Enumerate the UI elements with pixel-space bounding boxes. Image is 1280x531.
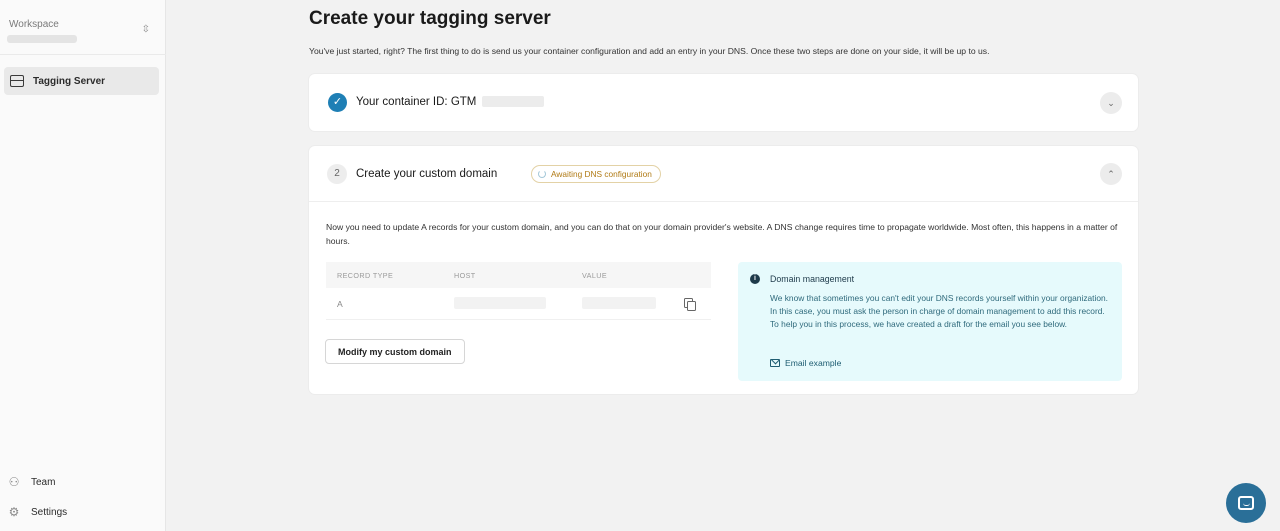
status-badge: Awaiting DNS configuration bbox=[531, 165, 661, 183]
sidebar-item-label: Settings bbox=[31, 506, 68, 518]
email-example-label: Email example bbox=[785, 358, 842, 368]
sidebar-item-team[interactable]: ⚇ Team bbox=[7, 475, 56, 489]
column-header: VALUE bbox=[582, 270, 608, 280]
sidebar-item-tagging-server[interactable]: Tagging Server bbox=[4, 67, 159, 95]
status-badge-label: Awaiting DNS configuration bbox=[551, 169, 652, 179]
chat-icon bbox=[1238, 496, 1254, 510]
server-icon bbox=[10, 75, 24, 87]
sidebar-item-label: Tagging Server bbox=[33, 75, 106, 87]
workspace-value-redacted bbox=[7, 35, 77, 43]
chevron-up-down-icon: ⇳ bbox=[141, 24, 150, 35]
sidebar-divider bbox=[0, 54, 166, 55]
email-example-link[interactable]: Email example bbox=[770, 358, 841, 368]
dns-record-table: RECORD TYPE HOST VALUE A bbox=[326, 262, 711, 320]
sidebar-item-label: Team bbox=[31, 476, 56, 488]
workspace-label: Workspace bbox=[9, 19, 59, 30]
loading-spinner-icon bbox=[538, 170, 546, 178]
column-header: RECORD TYPE bbox=[337, 270, 394, 280]
card-divider bbox=[309, 201, 1138, 202]
workspace-selector[interactable]: Workspace ⇳ bbox=[0, 6, 166, 48]
step-container-id-card[interactable]: ✓ Your container ID: GTM ⌄ bbox=[309, 74, 1138, 131]
page-subtitle: You've just started, right? The first th… bbox=[309, 46, 990, 56]
check-circle-icon: ✓ bbox=[328, 93, 347, 112]
step-number: 2 bbox=[327, 164, 347, 184]
main-content: Create your tagging server You've just s… bbox=[166, 0, 1280, 531]
info-text: We know that sometimes you can't edit yo… bbox=[770, 293, 1108, 330]
step-description: Now you need to update A records for you… bbox=[326, 222, 1118, 246]
info-title: Domain management bbox=[770, 274, 855, 284]
table-row: A bbox=[326, 288, 711, 320]
record-type-cell: A bbox=[337, 298, 343, 309]
page-title: Create your tagging server bbox=[309, 8, 551, 29]
copy-icon[interactable] bbox=[684, 298, 696, 311]
team-icon: ⚇ bbox=[8, 475, 20, 489]
value-redacted bbox=[582, 296, 656, 309]
domain-management-info: i Domain management We know that sometim… bbox=[738, 262, 1122, 381]
sidebar-item-settings[interactable]: ⚙ Settings bbox=[7, 505, 68, 519]
chevron-up-icon[interactable]: ⌃ bbox=[1100, 163, 1122, 185]
column-header: HOST bbox=[454, 270, 476, 280]
modify-custom-domain-button[interactable]: Modify my custom domain bbox=[325, 339, 465, 364]
step-custom-domain-card: 2 Create your custom domain Awaiting DNS… bbox=[309, 146, 1138, 394]
step-title: Your container ID: GTM bbox=[356, 96, 544, 108]
info-icon: i bbox=[750, 274, 760, 284]
chevron-down-icon[interactable]: ⌄ bbox=[1100, 92, 1122, 114]
sidebar: Workspace ⇳ Tagging Server ⚇ Team ⚙ Sett… bbox=[0, 0, 166, 531]
mail-icon bbox=[770, 359, 780, 367]
host-redacted bbox=[454, 296, 546, 309]
host-cell bbox=[454, 296, 582, 311]
table-header: RECORD TYPE HOST VALUE bbox=[326, 262, 711, 288]
chat-support-button[interactable] bbox=[1226, 483, 1266, 523]
step-title: Create your custom domain bbox=[356, 168, 498, 180]
container-id-redacted bbox=[481, 96, 544, 108]
gear-icon: ⚙ bbox=[8, 505, 20, 519]
